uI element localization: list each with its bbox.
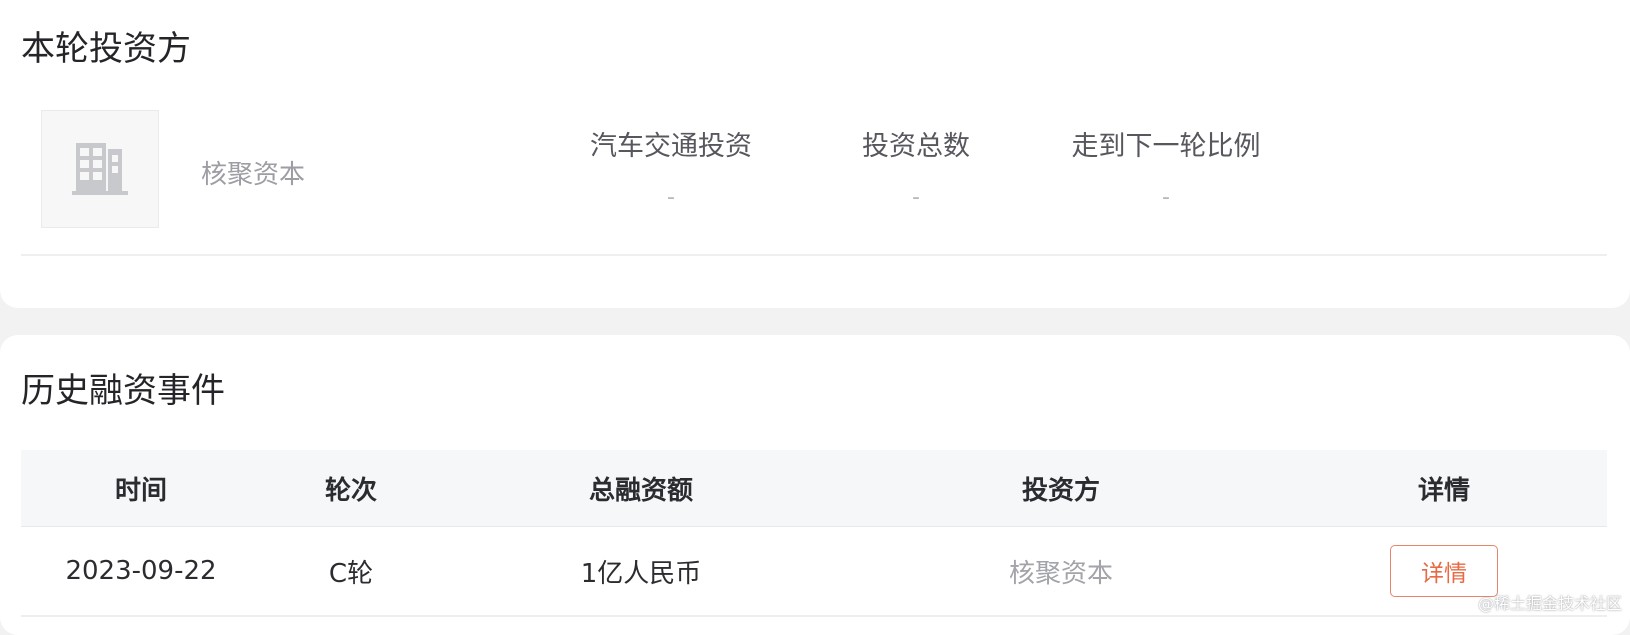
- table-header-row: 时间 轮次 总融资额 投资方 详情: [21, 450, 1607, 527]
- investor-logo[interactable]: [41, 110, 159, 228]
- stat-value: -: [1162, 185, 1170, 210]
- stat-total-investments: 投资总数 -: [831, 124, 1001, 210]
- cell-investor-link[interactable]: 核聚资本: [841, 527, 1281, 615]
- stat-next-round-ratio: 走到下一轮比例 -: [1051, 124, 1281, 210]
- column-header-round: 轮次: [324, 475, 377, 506]
- stat-label: 汽车交通投资: [590, 131, 752, 162]
- stat-value: -: [667, 185, 675, 210]
- table-row: 2023-09-22 C轮 1亿人民币 核聚资本 详情: [21, 527, 1607, 617]
- section-title-history: 历史融资事件: [21, 371, 225, 411]
- stat-label: 走到下一轮比例: [1071, 131, 1261, 162]
- watermark: @稀土掘金技术社区: [1477, 594, 1622, 613]
- column-header-amount: 总融资额: [588, 475, 693, 506]
- stat-label: 投资总数: [862, 131, 970, 162]
- investor-row[interactable]: 核聚资本 汽车交通投资 - 投资总数 - 走到下一轮比例 -: [21, 110, 1607, 256]
- cell-round: C轮: [328, 558, 374, 589]
- section-title-investors: 本轮投资方: [21, 29, 191, 69]
- column-header-date: 时间: [114, 475, 167, 506]
- cell-date: 2023-09-22: [65, 556, 217, 586]
- investor-name[interactable]: 核聚资本: [201, 154, 305, 191]
- investors-card: 本轮投资方 核聚资本 汽车交通投资 - 投资总数 - 走到下一轮比例 -: [0, 0, 1630, 308]
- building-icon: [72, 143, 128, 195]
- stat-value: -: [912, 185, 920, 210]
- funding-history-table: 时间 轮次 总融资额 投资方 详情 2023-09-22 C轮 1亿人民币 核聚…: [21, 450, 1607, 617]
- cell-amount: 1亿人民币: [580, 558, 702, 589]
- stat-auto-transport-investments: 汽车交通投资 -: [571, 124, 771, 210]
- funding-history-card: 历史融资事件 时间 轮次 总融资额 投资方 详情 2023-09-22 C轮 1…: [0, 335, 1630, 635]
- column-header-detail: 详情: [1417, 475, 1470, 506]
- column-header-investor: 投资方: [1021, 475, 1100, 506]
